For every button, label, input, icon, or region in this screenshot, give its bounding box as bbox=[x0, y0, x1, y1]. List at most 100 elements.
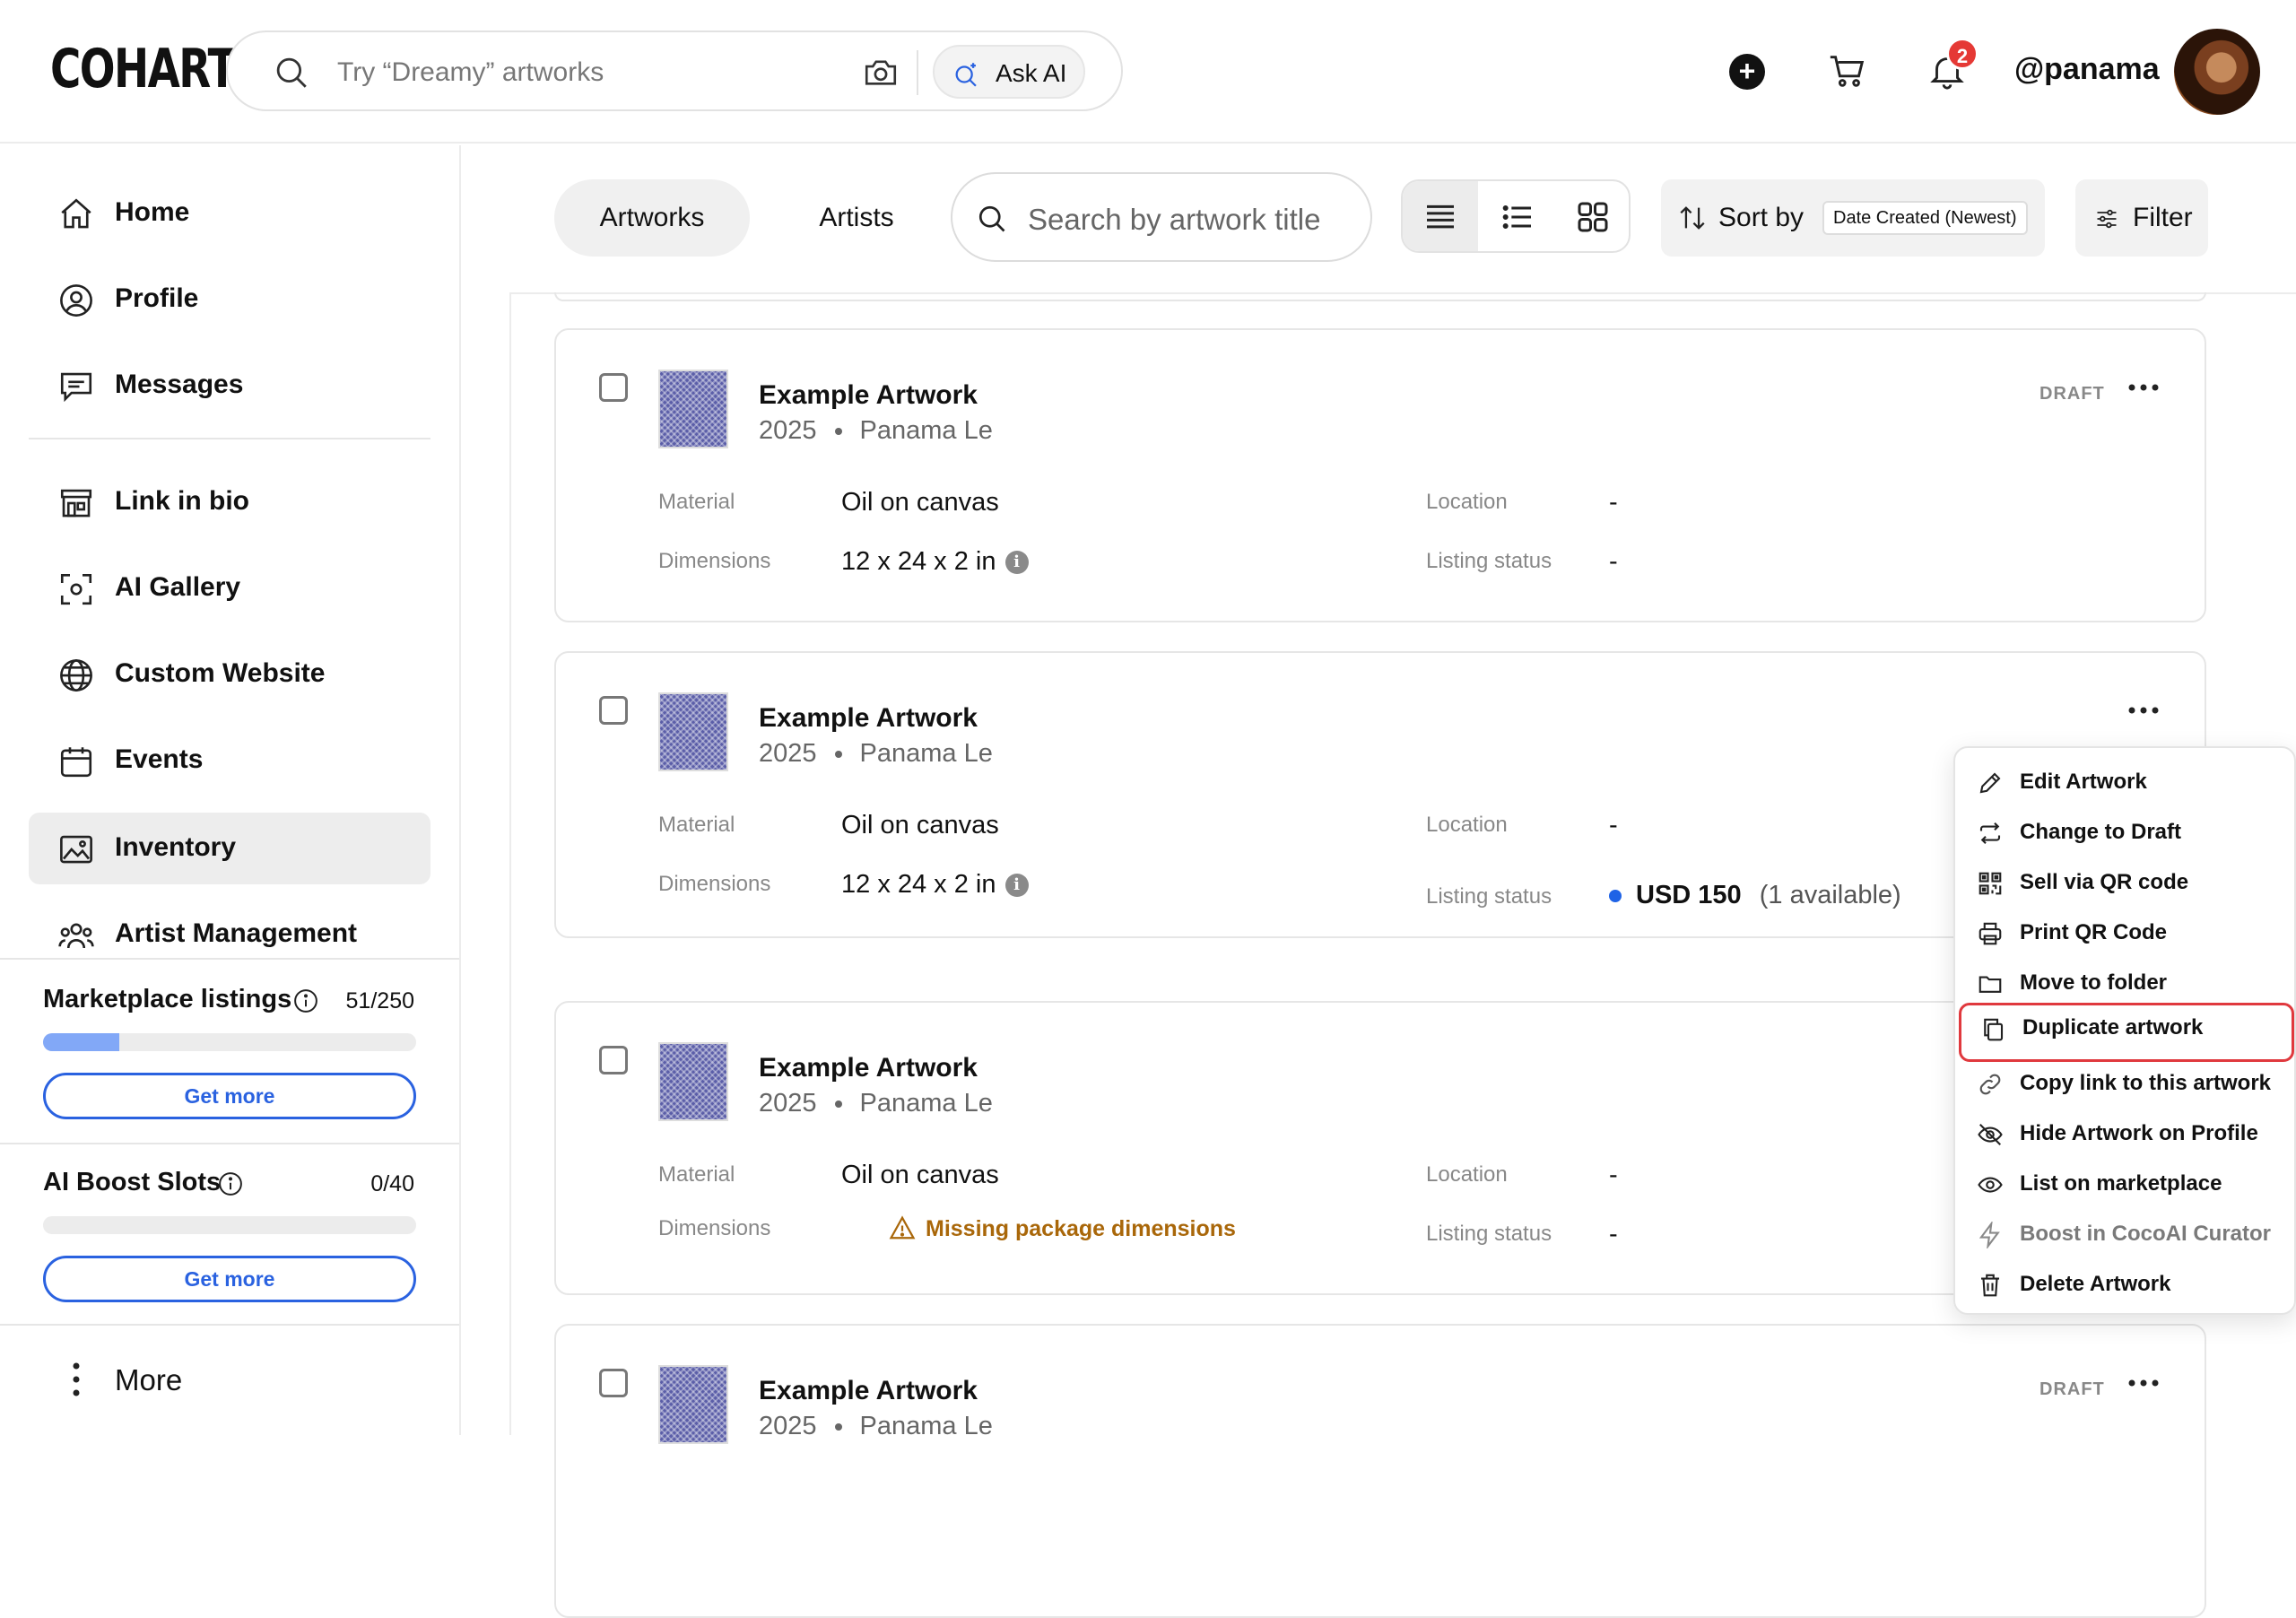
ai-boost-get-more-button[interactable]: Get more bbox=[43, 1256, 416, 1302]
detailed-list-icon bbox=[1427, 204, 1454, 229]
create-plus-button[interactable]: + bbox=[1729, 54, 1765, 90]
menu-item-label: List on marketplace bbox=[2020, 1171, 2222, 1196]
artwork-title[interactable]: Example Artwork bbox=[759, 703, 978, 734]
menu-item-label: Edit Artwork bbox=[2020, 770, 2147, 794]
sidebar-item-ai-gallery[interactable]: AI Gallery bbox=[29, 552, 430, 624]
sidebar-item-messages[interactable]: Messages bbox=[29, 350, 430, 422]
sort-value: Date Created (Newest) bbox=[1822, 201, 2028, 235]
global-search[interactable]: Try “Dreamy” artworks Ask AI bbox=[226, 30, 1123, 111]
sidebar-item-label: Link in bio bbox=[115, 486, 249, 516]
listing-status-label: Listing status bbox=[1426, 884, 1552, 909]
ask-ai-button[interactable]: Ask AI bbox=[933, 45, 1085, 99]
sliders-icon bbox=[2097, 209, 2117, 229]
menu-item-copy-link[interactable]: Copy link to this artwork bbox=[1955, 1058, 2296, 1109]
sidebar-item-events[interactable]: Events bbox=[29, 725, 430, 796]
username[interactable]: @panama bbox=[2014, 52, 2160, 87]
location-label: Location bbox=[1426, 813, 1508, 837]
sparkle-search-icon bbox=[955, 63, 977, 87]
artwork-card[interactable]: Example Artwork 2025 Panama Le DRAFT bbox=[554, 1324, 2206, 1618]
sidebar-more-label: More bbox=[115, 1363, 183, 1396]
artwork-title[interactable]: Example Artwork bbox=[759, 1376, 978, 1406]
dimensions-value: 12 x 24 x 2 in i bbox=[841, 870, 1029, 900]
select-checkbox[interactable] bbox=[599, 1046, 628, 1074]
sidebar-item-inventory[interactable]: Inventory bbox=[29, 813, 430, 884]
menu-item-sell-via-qr[interactable]: Sell via QR code bbox=[1955, 857, 2296, 908]
marketplace-listings-title: Marketplace listings bbox=[43, 985, 292, 1013]
sidebar-item-label: Inventory bbox=[115, 832, 237, 862]
artwork-year: 2025 bbox=[759, 1089, 817, 1118]
link-icon bbox=[1979, 1074, 2001, 1095]
marketplace-listings-count: 51/250 bbox=[345, 988, 414, 1013]
artwork-title[interactable]: Example Artwork bbox=[759, 1053, 978, 1083]
view-detailed-list-button[interactable] bbox=[1403, 181, 1478, 251]
menu-item-label: Copy link to this artwork bbox=[2020, 1071, 2272, 1095]
top-bar: COHART Try “Dreamy” artworks Ask AI + 2 … bbox=[0, 0, 2296, 144]
sidebar-more[interactable]: More bbox=[0, 1324, 459, 1435]
previous-card-edge bbox=[554, 292, 2206, 301]
global-search-input[interactable]: Try “Dreamy” artworks bbox=[337, 57, 604, 88]
artwork-thumbnail[interactable] bbox=[658, 1042, 728, 1121]
marketplace-listings-progress bbox=[43, 1033, 416, 1051]
artwork-year: 2025 bbox=[759, 416, 817, 445]
select-checkbox[interactable] bbox=[599, 373, 628, 402]
location-value: - bbox=[1609, 488, 1618, 517]
sidebar-item-home[interactable]: Home bbox=[29, 178, 430, 249]
filter-label: Filter bbox=[2133, 203, 2193, 232]
menu-item-print-qr[interactable]: Print QR Code bbox=[1955, 908, 2296, 958]
artwork-title[interactable]: Example Artwork bbox=[759, 380, 978, 411]
menu-item-delete-artwork[interactable]: Delete Artwork bbox=[1955, 1259, 2296, 1309]
info-icon[interactable] bbox=[217, 1170, 244, 1197]
dimensions-label: Dimensions bbox=[658, 872, 771, 896]
camera-icon[interactable] bbox=[861, 54, 900, 91]
menu-item-hide-on-profile[interactable]: Hide Artwork on Profile bbox=[1955, 1109, 2296, 1159]
menu-item-change-to-draft[interactable]: Change to Draft bbox=[1955, 807, 2296, 857]
tab-artists[interactable]: Artists bbox=[780, 179, 933, 257]
avatar[interactable] bbox=[2174, 29, 2260, 115]
artwork-thumbnail[interactable] bbox=[658, 1365, 728, 1444]
material-label: Material bbox=[658, 490, 735, 514]
menu-item-move-to-folder[interactable]: Move to folder bbox=[1955, 958, 2296, 1008]
missing-dimensions-warning[interactable]: Missing package dimensions bbox=[926, 1216, 1236, 1242]
select-checkbox[interactable] bbox=[599, 1369, 628, 1397]
dimensions-text: 12 x 24 x 2 in bbox=[841, 870, 996, 899]
warning-icon bbox=[888, 1214, 917, 1241]
artwork-thumbnail[interactable] bbox=[658, 692, 728, 771]
more-horizontal-icon[interactable] bbox=[2127, 1378, 2160, 1388]
view-grid-button[interactable] bbox=[1555, 181, 1629, 251]
sort-arrows-icon bbox=[1680, 206, 1705, 230]
artwork-search-input[interactable]: Search by artwork title bbox=[1028, 203, 1320, 237]
dimensions-label: Dimensions bbox=[658, 1216, 771, 1240]
search-icon bbox=[273, 54, 310, 91]
marketplace-get-more-button[interactable]: Get more bbox=[43, 1073, 416, 1119]
sort-by-button[interactable]: Sort by Date Created (Newest) bbox=[1661, 179, 2045, 257]
sidebar-item-custom-website[interactable]: Custom Website bbox=[29, 639, 430, 710]
info-icon[interactable] bbox=[292, 987, 319, 1014]
menu-item-edit-artwork[interactable]: Edit Artwork bbox=[1955, 757, 2296, 807]
menu-item-duplicate-artwork[interactable]: Duplicate artwork bbox=[1959, 1003, 2294, 1062]
more-horizontal-icon[interactable] bbox=[2127, 705, 2160, 716]
cart-icon[interactable] bbox=[1826, 50, 1869, 91]
more-horizontal-icon[interactable] bbox=[2127, 382, 2160, 393]
menu-item-label: Print QR Code bbox=[2020, 920, 2168, 944]
artwork-thumbnail[interactable] bbox=[658, 370, 728, 448]
artwork-card[interactable]: Example Artwork 2025 Panama Le DRAFT Mate… bbox=[554, 328, 2206, 622]
sidebar-item-artist-management[interactable]: Artist Management bbox=[29, 899, 430, 956]
filter-button[interactable]: Filter bbox=[2075, 179, 2208, 257]
menu-item-list-on-marketplace[interactable]: List on marketplace bbox=[1955, 1159, 2296, 1209]
artwork-year: 2025 bbox=[759, 1412, 817, 1440]
tab-artworks[interactable]: Artworks bbox=[554, 179, 750, 257]
listing-price: USD 150 bbox=[1636, 881, 1742, 909]
ai-boost-slots-title: AI Boost Slots bbox=[43, 1168, 222, 1196]
sidebar-item-link-in-bio[interactable]: Link in bio bbox=[29, 466, 430, 538]
select-checkbox[interactable] bbox=[599, 696, 628, 725]
notification-badge: 2 bbox=[1946, 38, 1979, 70]
cohart-logo[interactable]: COHART bbox=[50, 38, 237, 100]
info-icon[interactable]: i bbox=[1004, 551, 1029, 575]
inventory-toolbar: Artworks Artists Search by artwork title… bbox=[509, 145, 2296, 301]
location-label: Location bbox=[1426, 490, 1508, 514]
info-icon[interactable]: i bbox=[1004, 874, 1029, 898]
artwork-search[interactable]: Search by artwork title bbox=[951, 172, 1372, 262]
sidebar-item-profile[interactable]: Profile bbox=[29, 264, 430, 335]
menu-item-label: Hide Artwork on Profile bbox=[2020, 1121, 2258, 1145]
view-list-button[interactable] bbox=[1480, 181, 1555, 251]
